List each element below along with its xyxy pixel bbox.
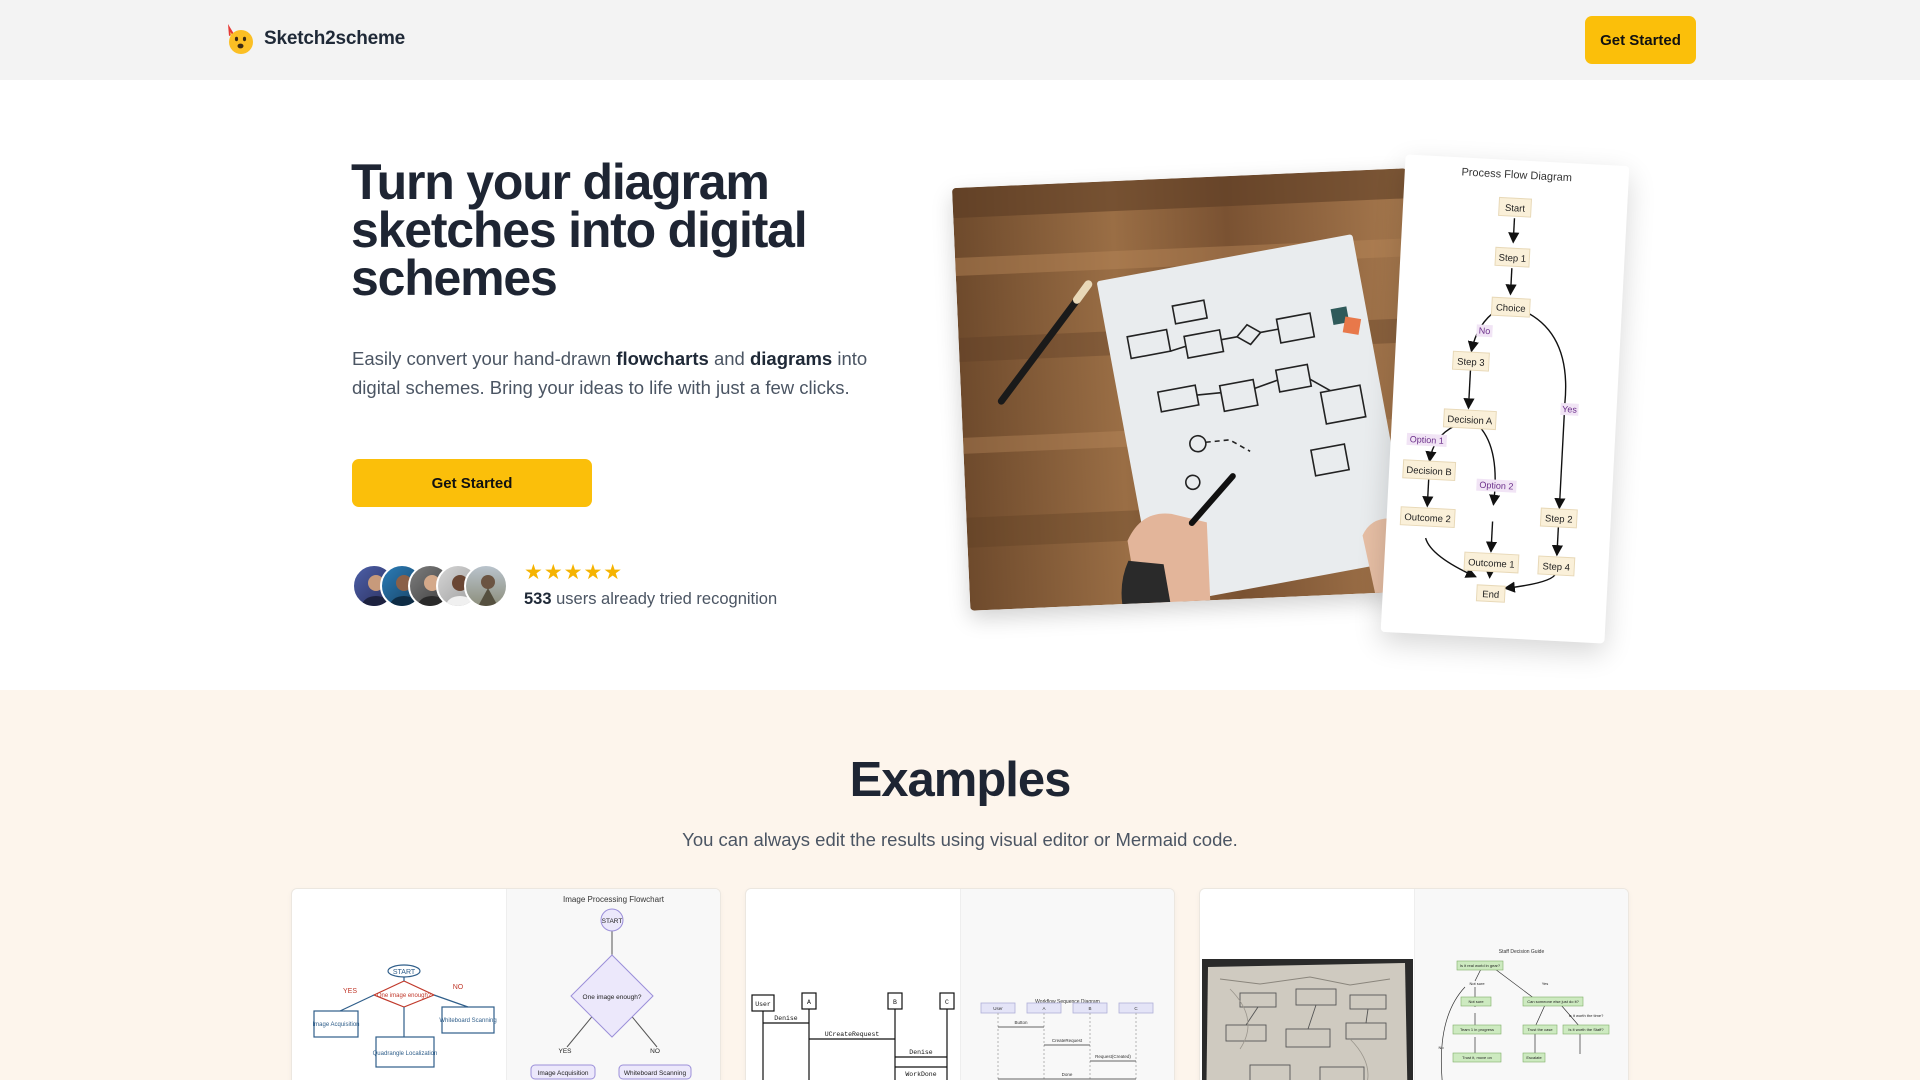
examples-title: Examples	[849, 753, 1072, 807]
example-digital-image: Image Processing Flowchart START One ima…	[506, 889, 720, 1080]
example-card-sequence[interactable]: User A B C Denise UCreateRequest Denise …	[745, 888, 1175, 1080]
flow-node-decision-b: Decision B	[1406, 465, 1452, 478]
digital-label: NO	[650, 1048, 660, 1055]
logo-emoji-icon	[224, 22, 256, 56]
sketch-label: Quadrangle Localization	[373, 1051, 438, 1057]
digital-label: Escalate	[1526, 1055, 1542, 1060]
digital-label: Request(Created)	[1095, 1054, 1131, 1059]
users-count-line: 533 users already tried recognition	[524, 590, 777, 609]
digital-label: Whiteboard Scanning	[624, 1070, 687, 1077]
flow-node-outcome2: Outcome 2	[1404, 512, 1451, 525]
sketch-label: B	[893, 999, 897, 1006]
user-rating: ★★★★★ 533 users already tried recognitio…	[524, 562, 777, 609]
sketch-label: Whiteboard Scanning	[439, 1018, 496, 1024]
flow-edge-option1: Option 1	[1409, 434, 1444, 446]
flow-edge-yes: Yes	[1562, 404, 1578, 415]
digital-label: YES	[558, 1048, 572, 1055]
user-avatars	[352, 564, 512, 610]
sketch-label: UCreateRequest	[825, 1031, 880, 1038]
digital-label: Yes	[1542, 981, 1549, 986]
sketch-label: Image Acquisition	[312, 1022, 359, 1028]
users-count-suffix: users already tried recognition	[551, 590, 778, 608]
digital-label: START	[602, 918, 623, 925]
digital-label: Is it worth the Staff?	[1568, 1027, 1604, 1032]
hero-desc-bold-diagrams: diagrams	[749, 348, 833, 369]
digital-label: Is it worth the time?	[1569, 1013, 1604, 1018]
hero-title: Turn your diagram sketches into digital …	[351, 154, 808, 306]
five-stars-icon: ★★★★★	[524, 561, 624, 584]
flow-edge-option2: Option 2	[1479, 480, 1514, 492]
hero-description: Easily convert your hand-drawn flowchart…	[352, 344, 912, 402]
top-navbar: Sketch2scheme Get Started	[0, 0, 1920, 80]
brand-logo[interactable]: Sketch2scheme	[224, 22, 405, 56]
digital-label: User	[993, 1006, 1003, 1011]
digital-label: Trust it, move on	[1462, 1055, 1492, 1060]
flow-node-outcome1: Outcome 1	[1468, 557, 1515, 570]
hero-desc-bold-flowcharts: flowcharts	[616, 348, 709, 369]
examples-subtitle: You can always edit the results using vi…	[682, 829, 1238, 850]
digital-label: Team 1 in progress	[1460, 1027, 1494, 1032]
digital-label: Done	[1062, 1072, 1073, 1077]
flow-diagram-title: Process Flow Diagram	[1461, 166, 1572, 184]
header-get-started-button[interactable]: Get Started	[1585, 16, 1696, 64]
digital-label: Not sure	[1469, 981, 1485, 986]
sketch-label: START	[393, 969, 416, 976]
flow-node-step2: Step 2	[1545, 513, 1573, 525]
example-card-decision-guide[interactable]: Staff Decision Guide Is it real world in…	[1199, 888, 1629, 1080]
digital-label: Not sure	[1468, 999, 1484, 1004]
flow-node-choice: Choice	[1496, 302, 1526, 315]
flow-node-step1: Step 1	[1498, 252, 1526, 264]
flow-node-step4: Step 4	[1542, 561, 1570, 573]
digital-label: No	[1438, 1045, 1444, 1050]
sketch-label: WorkDone	[905, 1071, 936, 1078]
hero-desc-text-1: Easily convert your hand-drawn	[352, 348, 617, 369]
process-flow-diagram-card: Process Flow Diagram Start Step 1 Choice	[1380, 154, 1630, 644]
sketch-label: Denise	[774, 1015, 798, 1022]
digital-label: B	[1088, 1006, 1091, 1011]
flow-node-start: Start	[1505, 203, 1526, 215]
digital-label: One image enough?	[583, 994, 642, 1001]
digital-label: Is it real world in gear?	[1460, 963, 1501, 968]
sketch-label: User	[755, 1001, 771, 1008]
hero-sketch-photo	[951, 168, 1426, 611]
digital-label: Button	[1014, 1020, 1028, 1025]
sketch-label: A	[807, 999, 811, 1006]
hero-desc-text-2: and	[708, 348, 750, 369]
sketch-label: One image enough?	[377, 993, 432, 999]
hero-get-started-button[interactable]: Get Started	[352, 459, 592, 507]
example-sketch-image: User A B C Denise UCreateRequest Denise …	[746, 889, 960, 1080]
sketch-label: NO	[453, 984, 464, 991]
flow-edge-no: No	[1479, 326, 1491, 337]
avatar	[464, 564, 508, 608]
sketch-label: YES	[343, 988, 357, 995]
users-count: 533	[524, 590, 552, 608]
flow-node-end: End	[1482, 589, 1499, 601]
digital-label: CreateRequest	[1052, 1038, 1083, 1043]
example-digital-image: Staff Decision Guide Is it real world in…	[1414, 889, 1628, 1080]
sketch-label: Denise	[909, 1049, 933, 1056]
brand-name: Sketch2scheme	[264, 28, 406, 49]
example-sketch-image: START One image enough? YES NO Image Acq…	[292, 889, 506, 1080]
digital-label: A	[1042, 1006, 1045, 1011]
flow-node-decision-a: Decision A	[1447, 414, 1493, 427]
digital-label: Image Acquisition	[538, 1070, 589, 1077]
example-card-flowchart[interactable]: START One image enough? YES NO Image Acq…	[291, 888, 721, 1080]
digital-label: Can someone else just do it?	[1527, 999, 1579, 1004]
flow-node-step3: Step 3	[1457, 356, 1485, 368]
example-digital-image: Workflow Sequence Diagram User A B C But…	[960, 889, 1174, 1080]
sketch-label: C	[945, 999, 949, 1006]
digital-label: Trust the case	[1527, 1027, 1553, 1032]
examples-section: Examples You can always edit the results…	[0, 690, 1920, 1080]
example-sketch-image	[1200, 889, 1414, 1080]
